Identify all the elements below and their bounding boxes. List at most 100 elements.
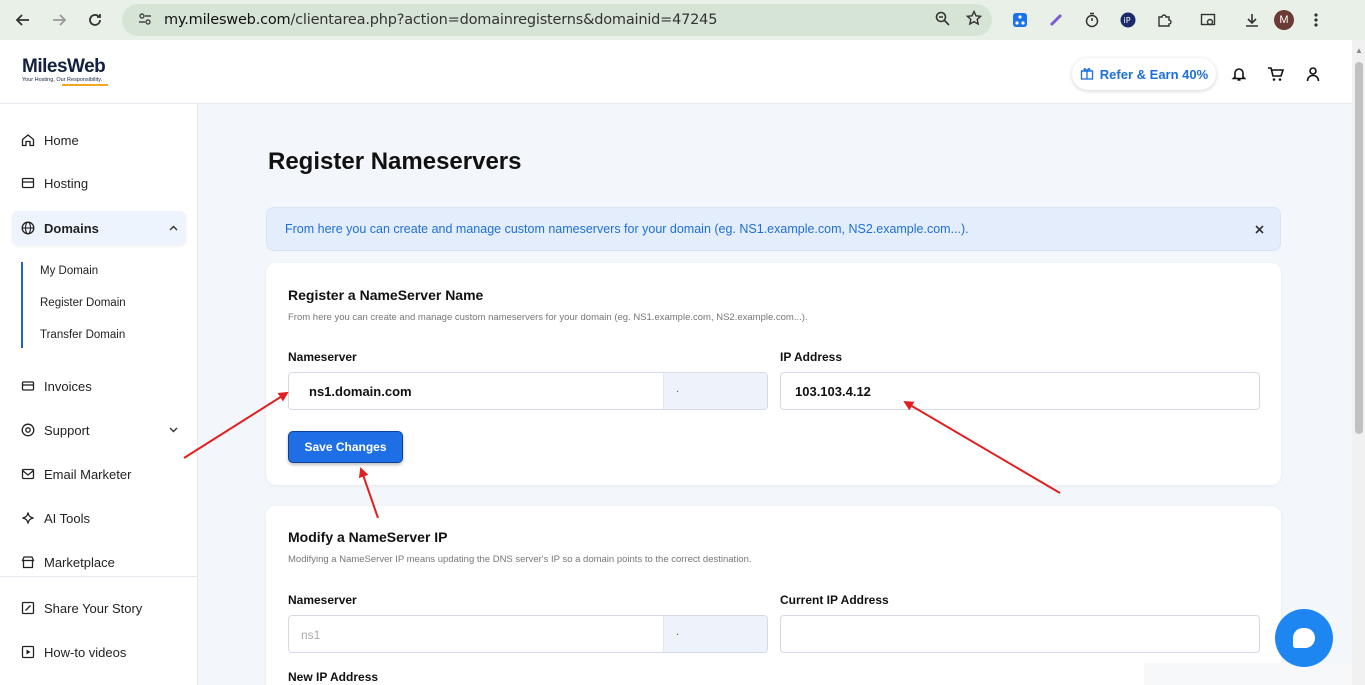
nameserver-input[interactable]: ns1.domain.com . xyxy=(288,372,768,410)
page-title: Register Nameservers xyxy=(268,148,522,175)
save-changes-button[interactable]: Save Changes xyxy=(288,431,403,463)
scroll-up-arrow-icon[interactable]: ▲ xyxy=(1355,46,1363,55)
sidebar-label-domains: Domains xyxy=(44,220,99,236)
browser-toolbar: my.milesweb.com/clientarea.php?action=do… xyxy=(0,0,1365,40)
profile-avatar[interactable]: M xyxy=(1270,6,1298,34)
sidebar-item-how-to-videos[interactable]: How-to videos xyxy=(12,635,186,669)
sidebar-label-ai-tools: AI Tools xyxy=(44,510,91,526)
sidebar-item-invoices[interactable]: Invoices xyxy=(12,369,186,403)
sidebar-divider xyxy=(0,576,198,577)
register-card-title: Register a NameServer Name xyxy=(288,287,484,303)
sidebar-label-hosting: Hosting xyxy=(44,175,89,191)
sidebar-item-ai-tools[interactable]: AI Tools xyxy=(12,501,186,535)
chevron-up-icon xyxy=(169,223,178,234)
info-alert-text: From here you can create and manage cust… xyxy=(285,222,969,236)
invoice-icon xyxy=(20,378,36,394)
close-icon[interactable] xyxy=(1255,222,1264,237)
sidebar-label-home: Home xyxy=(44,132,79,148)
scrollbar-thumb[interactable] xyxy=(1355,62,1363,434)
address-bar[interactable]: my.milesweb.com/clientarea.php?action=do… xyxy=(122,4,992,36)
domain-suffix-text: . xyxy=(676,383,680,395)
ip-address-label: IP Address xyxy=(780,350,843,364)
sidebar-subitem-transfer-domain[interactable]: Transfer Domain xyxy=(40,329,125,341)
back-icon[interactable] xyxy=(6,3,40,37)
info-alert: From here you can create and manage cust… xyxy=(266,207,1281,251)
logo-name: MilesWeb xyxy=(22,56,106,77)
edit-icon xyxy=(20,600,36,616)
sidebar-label-marketplace: Marketplace xyxy=(44,554,115,570)
sidebar-item-marketplace[interactable]: Marketplace xyxy=(12,545,186,579)
play-icon xyxy=(20,644,36,660)
extensions-bar: iP M xyxy=(1006,6,1330,34)
cart-icon[interactable] xyxy=(1266,64,1286,84)
extension-pen-icon[interactable] xyxy=(1042,6,1070,34)
sidebar-item-support[interactable]: Support xyxy=(12,413,186,447)
nameserver-label: Nameserver xyxy=(288,350,357,364)
ip-address-input[interactable]: 103.103.4.12 xyxy=(780,372,1260,410)
nameserver-input-value: ns1.domain.com xyxy=(309,384,412,399)
user-icon[interactable] xyxy=(1303,64,1323,84)
main-content: Register Nameservers From here you can c… xyxy=(198,104,1352,685)
sidebar-label-how-to-videos: How-to videos xyxy=(44,644,127,660)
forward-icon[interactable] xyxy=(42,3,76,37)
svg-text:iP: iP xyxy=(1124,16,1131,25)
reload-icon[interactable] xyxy=(78,3,112,37)
gift-icon xyxy=(1080,66,1094,83)
milesweb-logo[interactable]: MilesWeb Your Hosting, Our Responsibilit… xyxy=(22,56,108,86)
site-settings-icon[interactable] xyxy=(130,12,160,29)
sidebar-item-hosting[interactable]: Hosting xyxy=(12,166,186,200)
sidebar-item-home[interactable]: Home xyxy=(12,123,186,157)
domain-suffix-field: . xyxy=(663,373,767,409)
modify-nameserver-label: Nameserver xyxy=(288,593,357,607)
sidebar-label-share-your-story: Share Your Story xyxy=(44,600,143,616)
bookmark-star-icon[interactable] xyxy=(965,9,983,30)
page-scrollbar[interactable]: ▲ xyxy=(1352,40,1365,685)
current-ip-label: Current IP Address xyxy=(780,593,889,607)
modify-nameserver-input[interactable]: ns1 . xyxy=(288,615,768,653)
sidebar-subitem-register-domain[interactable]: Register Domain xyxy=(40,297,126,309)
register-nameserver-card: Register a NameServer Name From here you… xyxy=(266,263,1281,485)
browser-menu-icon[interactable] xyxy=(1302,6,1330,34)
sidebar-label-support: Support xyxy=(44,422,90,438)
tab-search-icon[interactable] xyxy=(1194,6,1222,34)
extensions-puzzle-icon[interactable] xyxy=(1150,6,1178,34)
url-host: my.milesweb.com xyxy=(164,12,291,28)
bell-icon[interactable] xyxy=(1229,64,1249,84)
sidebar-subitem-my-domain[interactable]: My Domain xyxy=(40,265,98,277)
extension-timer-icon[interactable] xyxy=(1078,6,1106,34)
download-icon[interactable] xyxy=(1238,6,1266,34)
logo-tagline: Your Hosting, Our Responsibility. xyxy=(22,77,103,83)
store-icon xyxy=(20,554,36,570)
domains-subnav-line xyxy=(21,262,23,348)
url-text: my.milesweb.com/clientarea.php?action=do… xyxy=(164,12,717,28)
sparkle-icon xyxy=(20,510,36,526)
modify-domain-suffix-text: . xyxy=(676,626,680,638)
register-card-desc: From here you can create and manage cust… xyxy=(288,312,808,323)
modify-nameserver-card: Modify a NameServer IP Modifying a NameS… xyxy=(266,506,1281,685)
zoom-icon[interactable] xyxy=(935,11,950,30)
sidebar-item-domains[interactable]: Domains xyxy=(12,211,186,245)
sidebar-item-share-your-story[interactable]: Share Your Story xyxy=(12,591,186,625)
modify-card-title: Modify a NameServer IP xyxy=(288,529,448,545)
logo-underline xyxy=(62,84,108,86)
modify-domain-suffix-field: . xyxy=(663,616,767,652)
current-ip-input[interactable] xyxy=(780,615,1260,653)
refer-earn-label: Refer & Earn 40% xyxy=(1099,66,1209,82)
mail-icon xyxy=(20,466,36,482)
sidebar: Home Hosting Domains My Domain Register … xyxy=(0,104,198,685)
site-header: MilesWeb Your Hosting, Our Responsibilit… xyxy=(0,40,1352,104)
chevron-down-icon xyxy=(169,425,178,436)
support-icon xyxy=(20,422,36,438)
server-icon xyxy=(20,175,36,191)
chat-bubble-icon xyxy=(1293,628,1315,648)
refer-earn-button[interactable]: Refer & Earn 40% xyxy=(1072,58,1216,90)
modify-card-desc: Modifying a NameServer IP means updating… xyxy=(288,554,752,565)
extension-network-icon[interactable] xyxy=(1006,6,1034,34)
url-path: /clientarea.php?action=domainregisterns&… xyxy=(290,12,718,28)
globe-icon xyxy=(20,220,36,236)
profile-initial: M xyxy=(1274,10,1294,30)
new-ip-label: New IP Address xyxy=(288,670,379,684)
sidebar-item-email-marketer[interactable]: Email Marketer xyxy=(12,457,186,491)
chat-widget-button[interactable] xyxy=(1275,609,1333,667)
extension-ip-icon[interactable]: iP xyxy=(1114,6,1142,34)
